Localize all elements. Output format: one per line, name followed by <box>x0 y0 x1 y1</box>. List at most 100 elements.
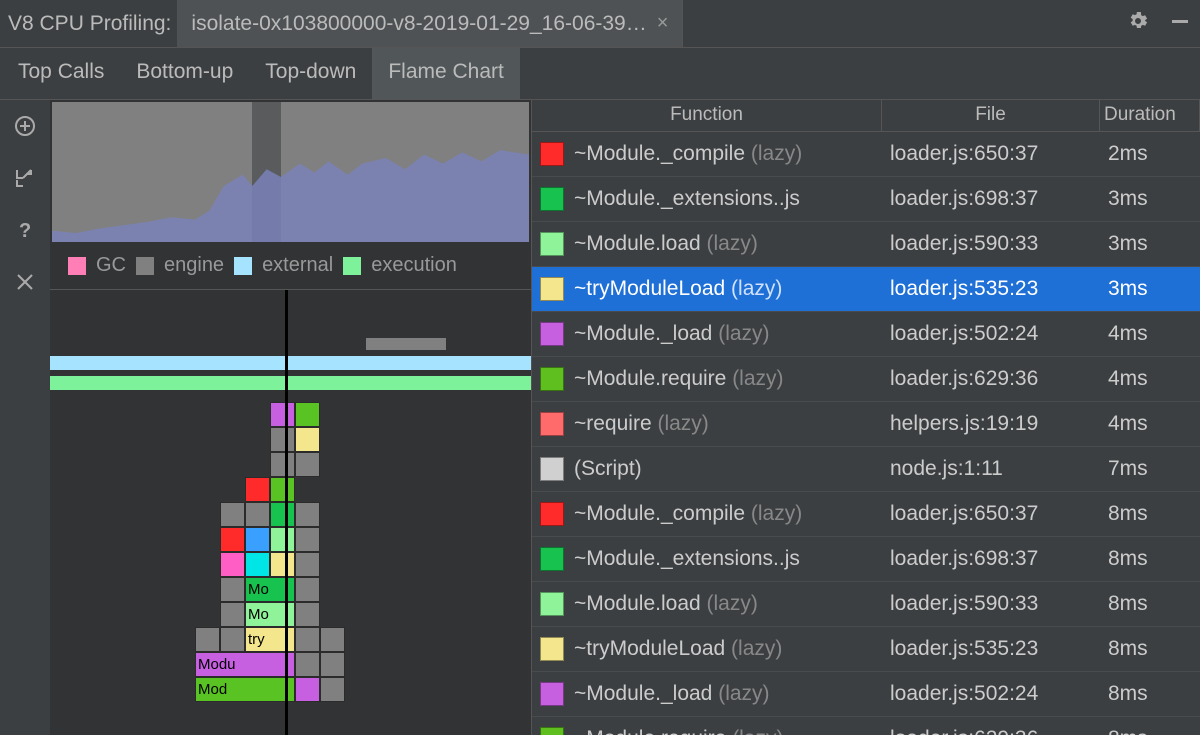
row-duration: 3ms <box>1100 187 1200 211</box>
flame-cell[interactable] <box>320 627 345 652</box>
row-file: loader.js:535:23 <box>882 277 1100 301</box>
row-swatch <box>540 682 564 706</box>
row-function: ~Module._extensions..js <box>574 187 882 211</box>
flame-strip[interactable] <box>50 356 531 370</box>
row-swatch <box>540 142 564 166</box>
row-function: ~Module.require (lazy) <box>574 727 882 735</box>
flame-cell[interactable] <box>295 627 320 652</box>
table-row[interactable]: ~Module._compile (lazy)loader.js:650:378… <box>532 492 1200 537</box>
table-row[interactable]: ~Module._load (lazy)loader.js:502:244ms <box>532 312 1200 357</box>
table-row[interactable]: ~tryModuleLoad (lazy)loader.js:535:233ms <box>532 267 1200 312</box>
row-function: ~tryModuleLoad (lazy) <box>574 277 882 301</box>
flame-cell[interactable] <box>220 577 245 602</box>
flame-cell[interactable] <box>220 627 245 652</box>
flame-cell[interactable] <box>270 502 295 527</box>
flame-cell[interactable] <box>220 502 245 527</box>
flame-cell[interactable] <box>245 477 270 502</box>
flame-cell[interactable] <box>270 527 295 552</box>
flame-cell[interactable] <box>295 427 320 452</box>
row-file: loader.js:698:37 <box>882 187 1100 211</box>
table-row[interactable]: ~Module._extensions..js loader.js:698:37… <box>532 537 1200 582</box>
help-icon[interactable]: ? <box>13 218 37 248</box>
row-function: ~Module._extensions..js <box>574 547 882 571</box>
flame-cell[interactable] <box>320 652 345 677</box>
flame-cell[interactable]: Modu <box>195 652 295 677</box>
flame-minimap-marker[interactable] <box>366 338 446 350</box>
table-row[interactable]: ~tryModuleLoad (lazy)loader.js:535:238ms <box>532 627 1200 672</box>
table-row[interactable]: ~Module._compile (lazy)loader.js:650:372… <box>532 132 1200 177</box>
flame-cell[interactable] <box>270 427 295 452</box>
row-function: ~require (lazy) <box>574 412 882 436</box>
flame-playhead[interactable] <box>285 290 288 735</box>
th-duration[interactable]: Duration <box>1100 100 1200 131</box>
legend-swatch-external <box>234 257 252 275</box>
row-file: loader.js:502:24 <box>882 682 1100 706</box>
minimize-icon[interactable] <box>1168 9 1192 39</box>
flame-cell[interactable] <box>245 527 270 552</box>
table-row[interactable]: ~require (lazy)helpers.js:19:194ms <box>532 402 1200 447</box>
th-function[interactable]: Function <box>532 100 882 131</box>
add-icon[interactable] <box>13 114 37 144</box>
flame-cell[interactable] <box>295 502 320 527</box>
tab-top-down[interactable]: Top-down <box>249 48 372 99</box>
flame-cell[interactable] <box>295 652 320 677</box>
th-file[interactable]: File <box>882 100 1100 131</box>
legend-label-GC: GC <box>96 254 126 277</box>
legend-swatch-execution <box>343 257 361 275</box>
flame-cell[interactable] <box>270 402 295 427</box>
table-row[interactable]: ~Module.load (lazy)loader.js:590:333ms <box>532 222 1200 267</box>
table-row[interactable]: ~Module._extensions..js loader.js:698:37… <box>532 177 1200 222</box>
tab-flame-chart[interactable]: Flame Chart <box>372 48 520 99</box>
row-duration: 8ms <box>1100 682 1200 706</box>
tab-bottom-up[interactable]: Bottom-up <box>120 48 249 99</box>
row-duration: 4ms <box>1100 412 1200 436</box>
flame-cell[interactable] <box>295 602 320 627</box>
flame-strip[interactable] <box>50 376 531 390</box>
svg-text:?: ? <box>19 220 31 242</box>
table-row[interactable]: ~Module.require (lazy)loader.js:629:364m… <box>532 357 1200 402</box>
row-duration: 7ms <box>1100 457 1200 481</box>
row-function: ~Module.require (lazy) <box>574 367 882 391</box>
table-row[interactable]: (Script) node.js:1:117ms <box>532 447 1200 492</box>
flame-cell[interactable] <box>220 552 245 577</box>
row-duration: 4ms <box>1100 367 1200 391</box>
flame-area[interactable]: MoMotryModuMod <box>50 290 531 735</box>
flame-cell[interactable] <box>270 477 295 502</box>
tab-top-calls[interactable]: Top Calls <box>2 48 120 99</box>
close-tool-icon[interactable] <box>13 270 37 300</box>
flame-cell[interactable] <box>295 552 320 577</box>
flame-cell[interactable] <box>295 402 320 427</box>
row-file: loader.js:650:37 <box>882 142 1100 166</box>
flame-cell[interactable] <box>195 627 220 652</box>
flame-cell[interactable] <box>270 452 295 477</box>
flame-cell[interactable] <box>295 452 320 477</box>
table-row[interactable]: ~Module.load (lazy)loader.js:590:338ms <box>532 582 1200 627</box>
table-row[interactable]: ~Module._load (lazy)loader.js:502:248ms <box>532 672 1200 717</box>
row-duration: 3ms <box>1100 277 1200 301</box>
gear-icon[interactable] <box>1126 9 1150 39</box>
flame-cell[interactable] <box>220 602 245 627</box>
row-file: loader.js:629:36 <box>882 727 1100 735</box>
close-icon[interactable]: × <box>657 12 669 35</box>
cpu-overview-chart[interactable] <box>52 102 529 242</box>
expand-tree-icon[interactable] <box>13 166 37 196</box>
row-function: ~Module.load (lazy) <box>574 592 882 616</box>
row-swatch <box>540 457 564 481</box>
flame-stack[interactable]: MoMotryModuMod <box>220 402 345 702</box>
row-swatch <box>540 322 564 346</box>
flame-cell[interactable] <box>245 552 270 577</box>
table-body: ~Module._compile (lazy)loader.js:650:372… <box>532 132 1200 735</box>
flame-cell[interactable] <box>320 677 345 702</box>
row-file: loader.js:650:37 <box>882 502 1100 526</box>
table-row[interactable]: ~Module.require (lazy)loader.js:629:368m… <box>532 717 1200 735</box>
row-duration: 8ms <box>1100 502 1200 526</box>
flame-cell[interactable] <box>270 552 295 577</box>
flame-cell[interactable] <box>295 577 320 602</box>
flame-cell[interactable] <box>245 502 270 527</box>
flame-cell[interactable] <box>295 677 320 702</box>
flame-cell[interactable] <box>295 527 320 552</box>
flame-cell[interactable]: Mod <box>195 677 295 702</box>
flame-cell[interactable] <box>220 527 245 552</box>
title-bar: V8 CPU Profiling: isolate-0x103800000-v8… <box>0 0 1200 48</box>
profiling-file-tab[interactable]: isolate-0x103800000-v8-2019-01-29_16-06-… <box>177 0 683 47</box>
